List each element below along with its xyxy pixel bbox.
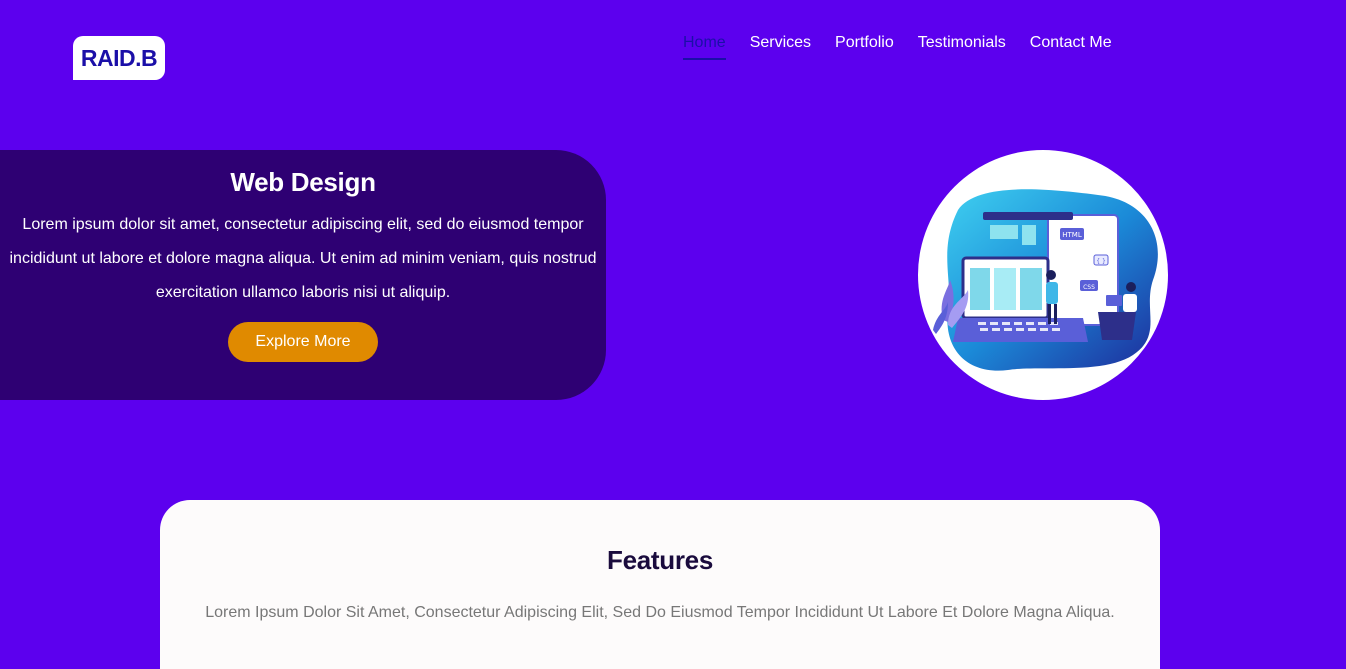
web-design-illustration-icon: HTML { } CSS (933, 189, 1158, 371)
explore-more-button[interactable]: Explore More (228, 322, 378, 362)
nav-item-services[interactable]: Services (750, 32, 811, 60)
hero-description: Lorem ipsum dolor sit amet, consectetur … (9, 216, 597, 301)
brand-logo[interactable]: RAID.B (73, 36, 165, 80)
nav-item-home[interactable]: Home (683, 32, 726, 60)
nav-item-testimonials[interactable]: Testimonials (918, 32, 1006, 60)
brand-logo-text: RAID.B (80, 44, 158, 71)
features-title: Features (607, 545, 713, 575)
svg-text:HTML: HTML (1062, 231, 1082, 239)
nav-item-contact[interactable]: Contact Me (1030, 32, 1112, 60)
hero-card: Web Design Lorem ipsum dolor sit amet, c… (0, 150, 606, 400)
features-description: Lorem Ipsum Dolor Sit Amet, Consectetur … (205, 604, 1115, 621)
features-section: Features Lorem Ipsum Dolor Sit Amet, Con… (160, 500, 1160, 669)
svg-text:{ }: { } (1096, 258, 1106, 265)
hero-title: Web Design (230, 167, 376, 197)
nav-item-portfolio[interactable]: Portfolio (835, 32, 894, 60)
hero-illustration: HTML { } CSS (918, 150, 1168, 400)
main-nav: Home Services Portfolio Testimonials Con… (683, 32, 1112, 60)
svg-text:CSS: CSS (1083, 284, 1095, 291)
